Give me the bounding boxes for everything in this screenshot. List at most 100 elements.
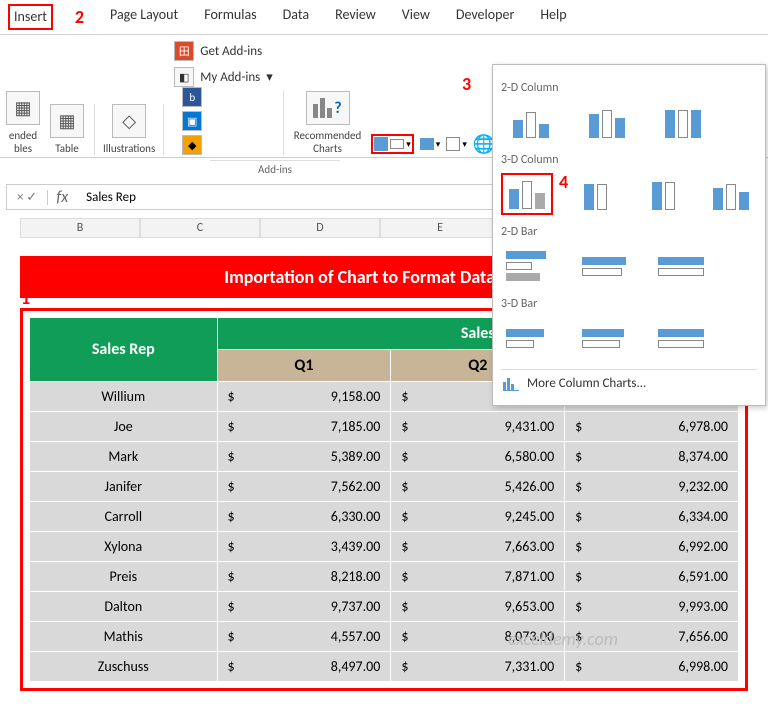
cell-q2[interactable]: $6,580.00: [391, 442, 565, 472]
table-row[interactable]: Mathis $4,557.00 $8,073.00 $7,656.00: [30, 622, 739, 652]
table-row[interactable]: Dalton $9,737.00 $9,653.00 $9,993.00: [30, 592, 739, 622]
fx-icon[interactable]: fx: [48, 188, 76, 207]
cell-q3[interactable]: $6,998.00: [565, 652, 739, 682]
insert-maps-button[interactable]: ▾: [446, 137, 467, 151]
tab-review[interactable]: Review: [331, 4, 380, 30]
insert-combo-chart-button[interactable]: ▾: [420, 138, 441, 150]
get-addins-button[interactable]: 田 Get Add-ins: [174, 41, 273, 61]
insert-column-chart-button[interactable]: ▾: [371, 134, 414, 154]
cell-q1[interactable]: $3,439.00: [217, 532, 391, 562]
recommended-charts-icon[interactable]: ?: [306, 91, 350, 125]
cell-q3[interactable]: $6,992.00: [565, 532, 739, 562]
cell-name[interactable]: Willium: [30, 382, 218, 412]
tab-formulas[interactable]: Formulas: [200, 4, 260, 30]
cell-q3[interactable]: $9,232.00: [565, 472, 739, 502]
table-row[interactable]: Preis $8,218.00 $7,871.00 $6,591.00: [30, 562, 739, 592]
cell-name[interactable]: Mark: [30, 442, 218, 472]
cell-q3[interactable]: $6,591.00: [565, 562, 739, 592]
cell-q2[interactable]: $9,431.00: [391, 412, 565, 442]
cell-q1[interactable]: $9,737.00: [217, 592, 391, 622]
pivot-ended-icon[interactable]: ▦: [6, 91, 40, 125]
table-icon[interactable]: ▦: [50, 104, 84, 138]
people-graph-icon[interactable]: ▣: [182, 111, 202, 131]
cell-name[interactable]: Dalton: [30, 592, 218, 622]
cell-q2[interactable]: $7,663.00: [391, 532, 565, 562]
cell-q3[interactable]: $8,374.00: [565, 442, 739, 472]
tab-page-layout[interactable]: Page Layout: [106, 4, 182, 30]
col-e[interactable]: E: [380, 218, 500, 238]
col-c[interactable]: C: [140, 218, 260, 238]
cell-name[interactable]: Carroll: [30, 502, 218, 532]
name-box-controls[interactable]: × ✓: [7, 190, 48, 205]
cell-name[interactable]: Janifer: [30, 472, 218, 502]
cell-name[interactable]: Preis: [30, 562, 218, 592]
table-label: Table: [55, 142, 79, 155]
visio-icon[interactable]: ◆: [182, 135, 202, 155]
cell-q1[interactable]: $9,158.00: [217, 382, 391, 412]
column-3d[interactable]: [705, 173, 757, 215]
cell-name[interactable]: Zuschuss: [30, 652, 218, 682]
illustrations-icon[interactable]: ◇: [112, 104, 146, 138]
table-row[interactable]: Xylona $3,439.00 $7,663.00 $6,992.00: [30, 532, 739, 562]
annotation-1: 1: [21, 287, 30, 309]
cell-q1[interactable]: $8,497.00: [217, 652, 391, 682]
chevron-down-icon: ▾: [462, 139, 467, 150]
cell-name[interactable]: Xylona: [30, 532, 218, 562]
my-addins-label: My Add-ins: [200, 70, 260, 85]
cell-q2[interactable]: $7,871.00: [391, 562, 565, 592]
table-row[interactable]: Carroll $6,330.00 $9,245.00 $6,334.00: [30, 502, 739, 532]
cell-q2[interactable]: $9,245.00: [391, 502, 565, 532]
table-row[interactable]: Zuschuss $8,497.00 $7,331.00 $6,998.00: [30, 652, 739, 682]
tab-data[interactable]: Data: [279, 4, 313, 30]
cell-q2[interactable]: $8,073.00: [391, 622, 565, 652]
more-column-charts[interactable]: More Column Charts...: [501, 369, 757, 397]
cell-q2[interactable]: $5,426.00: [391, 472, 565, 502]
cell-q1[interactable]: $5,389.00: [217, 442, 391, 472]
cell-q1[interactable]: $6,330.00: [217, 502, 391, 532]
stacked-bar-2d[interactable]: [577, 245, 637, 287]
100-stacked-column-2d[interactable]: [653, 101, 713, 143]
cell-q3[interactable]: $6,978.00: [565, 412, 739, 442]
cell-q2[interactable]: $7,331.00: [391, 652, 565, 682]
clustered-column-2d[interactable]: [501, 101, 561, 143]
tab-view[interactable]: View: [398, 4, 434, 30]
my-addins-button[interactable]: ◧ My Add-ins ▾: [174, 67, 273, 87]
cell-q3[interactable]: $9,993.00: [565, 592, 739, 622]
stacked-column-3d[interactable]: [569, 173, 621, 215]
clustered-bar-3d[interactable]: [501, 317, 561, 359]
cell-name[interactable]: Joe: [30, 412, 218, 442]
bing-maps-icon[interactable]: b: [182, 87, 202, 107]
table-row[interactable]: Mark $5,389.00 $6,580.00 $8,374.00: [30, 442, 739, 472]
formula-value[interactable]: Sales Rep: [76, 190, 146, 205]
annotation-4: 4: [559, 171, 568, 193]
cell-q3[interactable]: $7,656.00: [565, 622, 739, 652]
cell-q1[interactable]: $4,557.00: [217, 622, 391, 652]
cell-q2[interactable]: $9,653.00: [391, 592, 565, 622]
hdr-q1: Q1: [217, 350, 391, 382]
col-b[interactable]: B: [20, 218, 140, 238]
clustered-bar-2d[interactable]: [501, 245, 561, 287]
chart-type-dropdown: 2-D Column 3-D Column 4 2-D Bar 3-D Bar …: [492, 64, 766, 406]
stacked-column-2d[interactable]: [577, 101, 637, 143]
cell-q1[interactable]: $7,562.00: [217, 472, 391, 502]
section-3d-column: 3-D Column: [501, 153, 757, 167]
tab-developer[interactable]: Developer: [452, 4, 518, 30]
100-stacked-column-3d[interactable]: [637, 173, 689, 215]
table-row[interactable]: Janifer $7,562.00 $5,426.00 $9,232.00: [30, 472, 739, 502]
section-2d-column: 2-D Column: [501, 81, 757, 95]
section-2d-bar: 2-D Bar: [501, 225, 757, 239]
cell-q1[interactable]: $8,218.00: [217, 562, 391, 592]
column-chart-icon: [503, 377, 519, 391]
100-stacked-bar-2d[interactable]: [653, 245, 713, 287]
clustered-column-3d[interactable]: [501, 173, 553, 215]
stacked-bar-3d[interactable]: [577, 317, 637, 359]
cell-name[interactable]: Mathis: [30, 622, 218, 652]
table-row[interactable]: Joe $7,185.00 $9,431.00 $6,978.00: [30, 412, 739, 442]
col-d[interactable]: D: [260, 218, 380, 238]
tab-help[interactable]: Help: [536, 4, 570, 30]
cell-q1[interactable]: $7,185.00: [217, 412, 391, 442]
100-stacked-bar-3d[interactable]: [653, 317, 713, 359]
cell-q3[interactable]: $6,334.00: [565, 502, 739, 532]
tab-insert[interactable]: Insert: [8, 4, 53, 30]
myaddins-icon: ◧: [174, 67, 194, 87]
